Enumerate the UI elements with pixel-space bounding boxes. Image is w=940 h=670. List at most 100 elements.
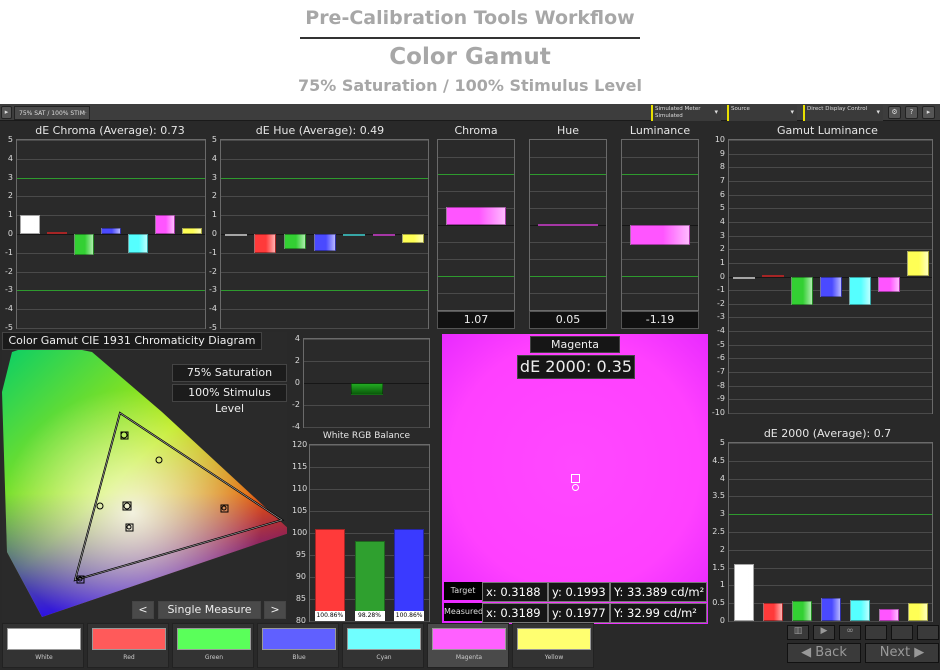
display-control-dropdown[interactable]: Direct Display Control ▾ [803, 105, 883, 121]
bar-cyan [849, 599, 870, 621]
gridline [221, 252, 428, 254]
gridline [310, 511, 429, 512]
y-tick-label: 5 [719, 203, 725, 213]
y-tick-label: 0 [294, 378, 300, 387]
next-icon[interactable]: ▸ [922, 106, 935, 119]
swatch-label: Cyan [376, 654, 392, 661]
hue-chart [529, 139, 607, 311]
mini-bar-chart: 4 2 0 -2 -4 [292, 334, 430, 431]
y-tick-label: 4 [294, 334, 300, 343]
gridline [729, 180, 932, 182]
help-icon[interactable]: ? [905, 106, 918, 119]
disabled-button [891, 625, 913, 640]
bar-red [47, 232, 68, 235]
gridline [530, 293, 606, 294]
target-marker-icon [571, 474, 580, 483]
measured-marker-icon [572, 484, 579, 491]
y-tick-label: -4 [209, 304, 217, 314]
next-button[interactable]: Next ▶ [865, 643, 939, 663]
gridline [221, 140, 428, 141]
bar-magenta [878, 608, 899, 621]
next-arrow-icon: ▶ [910, 645, 925, 660]
gridline [221, 215, 428, 217]
target-y: y: 0.1993 [548, 582, 610, 602]
de-hue-chart: 5 4 3 2 1 0 -1 -2 -3 -4 -5 [209, 135, 429, 332]
back-button[interactable]: ◀ Back [787, 643, 861, 663]
meter-dropdown[interactable]: Simulated Meter Simulated ▾ [651, 105, 721, 121]
gridline [729, 478, 932, 480]
y-tick-label: 1.5 [712, 562, 725, 572]
swatch-blue[interactable]: Blue [257, 623, 339, 668]
back-arrow-icon: ◀ [801, 645, 816, 660]
bar-red [761, 275, 784, 278]
y-tick-label: 115 [292, 462, 308, 471]
bar-blue [101, 228, 121, 234]
measured-y: y: 0.1977 [548, 603, 610, 623]
gridline [729, 549, 932, 551]
swatch-magenta[interactable]: Magenta [427, 623, 509, 668]
settings-icon[interactable]: ⚙ [888, 106, 901, 119]
bar-green [283, 234, 306, 250]
gridline [17, 309, 205, 311]
swatch-color [432, 628, 506, 650]
bar-yellow [181, 228, 202, 234]
y-tick-label: 3.5 [712, 491, 725, 501]
meter-value: Simulated [655, 113, 683, 119]
y-tick-label: 2 [294, 356, 300, 365]
swatch-red[interactable]: Red [87, 623, 169, 668]
gridline [729, 262, 932, 264]
gridline [729, 344, 932, 346]
measured-Y: Y: 32.99 cd/m² [610, 603, 707, 623]
add-tab-icon[interactable]: + [82, 107, 87, 121]
swatch-cyan[interactable]: Cyan [342, 623, 424, 668]
single-measure-button[interactable]: Single Measure [158, 601, 261, 619]
y-tick-label: 10 [714, 135, 725, 144]
gridline [17, 196, 205, 198]
y-tick-label: -1 [717, 285, 725, 295]
patch-de2000: dE 2000: 0.35 [517, 355, 635, 379]
gridline [729, 249, 932, 251]
gridline [17, 158, 205, 160]
y-tick-label: 4 [211, 153, 217, 163]
swatch-yellow[interactable]: Yellow [512, 623, 594, 668]
gridline [622, 293, 698, 294]
gridline [438, 191, 514, 192]
saturation-label: 75% Saturation [172, 364, 287, 382]
bar-magenta [630, 225, 690, 246]
swatch-white[interactable]: White [2, 623, 84, 668]
source-dropdown[interactable]: Source ▾ [727, 105, 797, 121]
y-tick-label: 5 [7, 135, 13, 144]
y-tick-label: 3 [7, 172, 13, 182]
tab-current[interactable]: 75% SAT / 100% STIM + [14, 106, 90, 120]
y-tick-label: 2 [719, 544, 725, 554]
gridline [729, 358, 932, 360]
cie-title: Color Gamut CIE 1931 Chromaticity Diagra… [2, 332, 262, 350]
play-icon[interactable]: ▶ [813, 625, 835, 640]
magenta-patch: Magenta dE 2000: 0.35 Target Measured x:… [442, 334, 708, 624]
y-tick-label: -3 [717, 312, 725, 322]
de-chroma-title: dE Chroma (Average): 0.73 [35, 124, 185, 137]
loop-icon[interactable]: ∞ [839, 625, 861, 640]
y-tick-label: 9 [719, 148, 725, 158]
y-tick-label: 0 [719, 271, 725, 281]
patch-name: Magenta [530, 336, 620, 353]
play-icon[interactable]: ▸ [1, 106, 12, 119]
swatch-green[interactable]: Green [172, 623, 254, 668]
y-tick-label: 3 [719, 230, 725, 240]
gridline [729, 167, 932, 169]
workflow-title: Pre-Calibration Tools Workflow [305, 7, 635, 29]
y-tick-label: 110 [292, 484, 308, 493]
prev-color-button[interactable]: < [132, 601, 154, 619]
y-tick-label: 4 [7, 153, 13, 163]
bar-red [762, 603, 783, 621]
y-tick-label: 7 [719, 175, 725, 185]
tolerance-line [17, 177, 205, 179]
trash-icon[interactable]: ▥ [787, 625, 809, 640]
y-tick-label: 100 [292, 528, 308, 537]
y-tick-label: -9 [717, 394, 725, 404]
gridline [729, 317, 932, 319]
measured-x: x: 0.3189 [482, 603, 548, 623]
hue-title: Hue [556, 124, 579, 137]
gridline [221, 328, 428, 329]
next-color-button[interactable]: > [264, 601, 286, 619]
